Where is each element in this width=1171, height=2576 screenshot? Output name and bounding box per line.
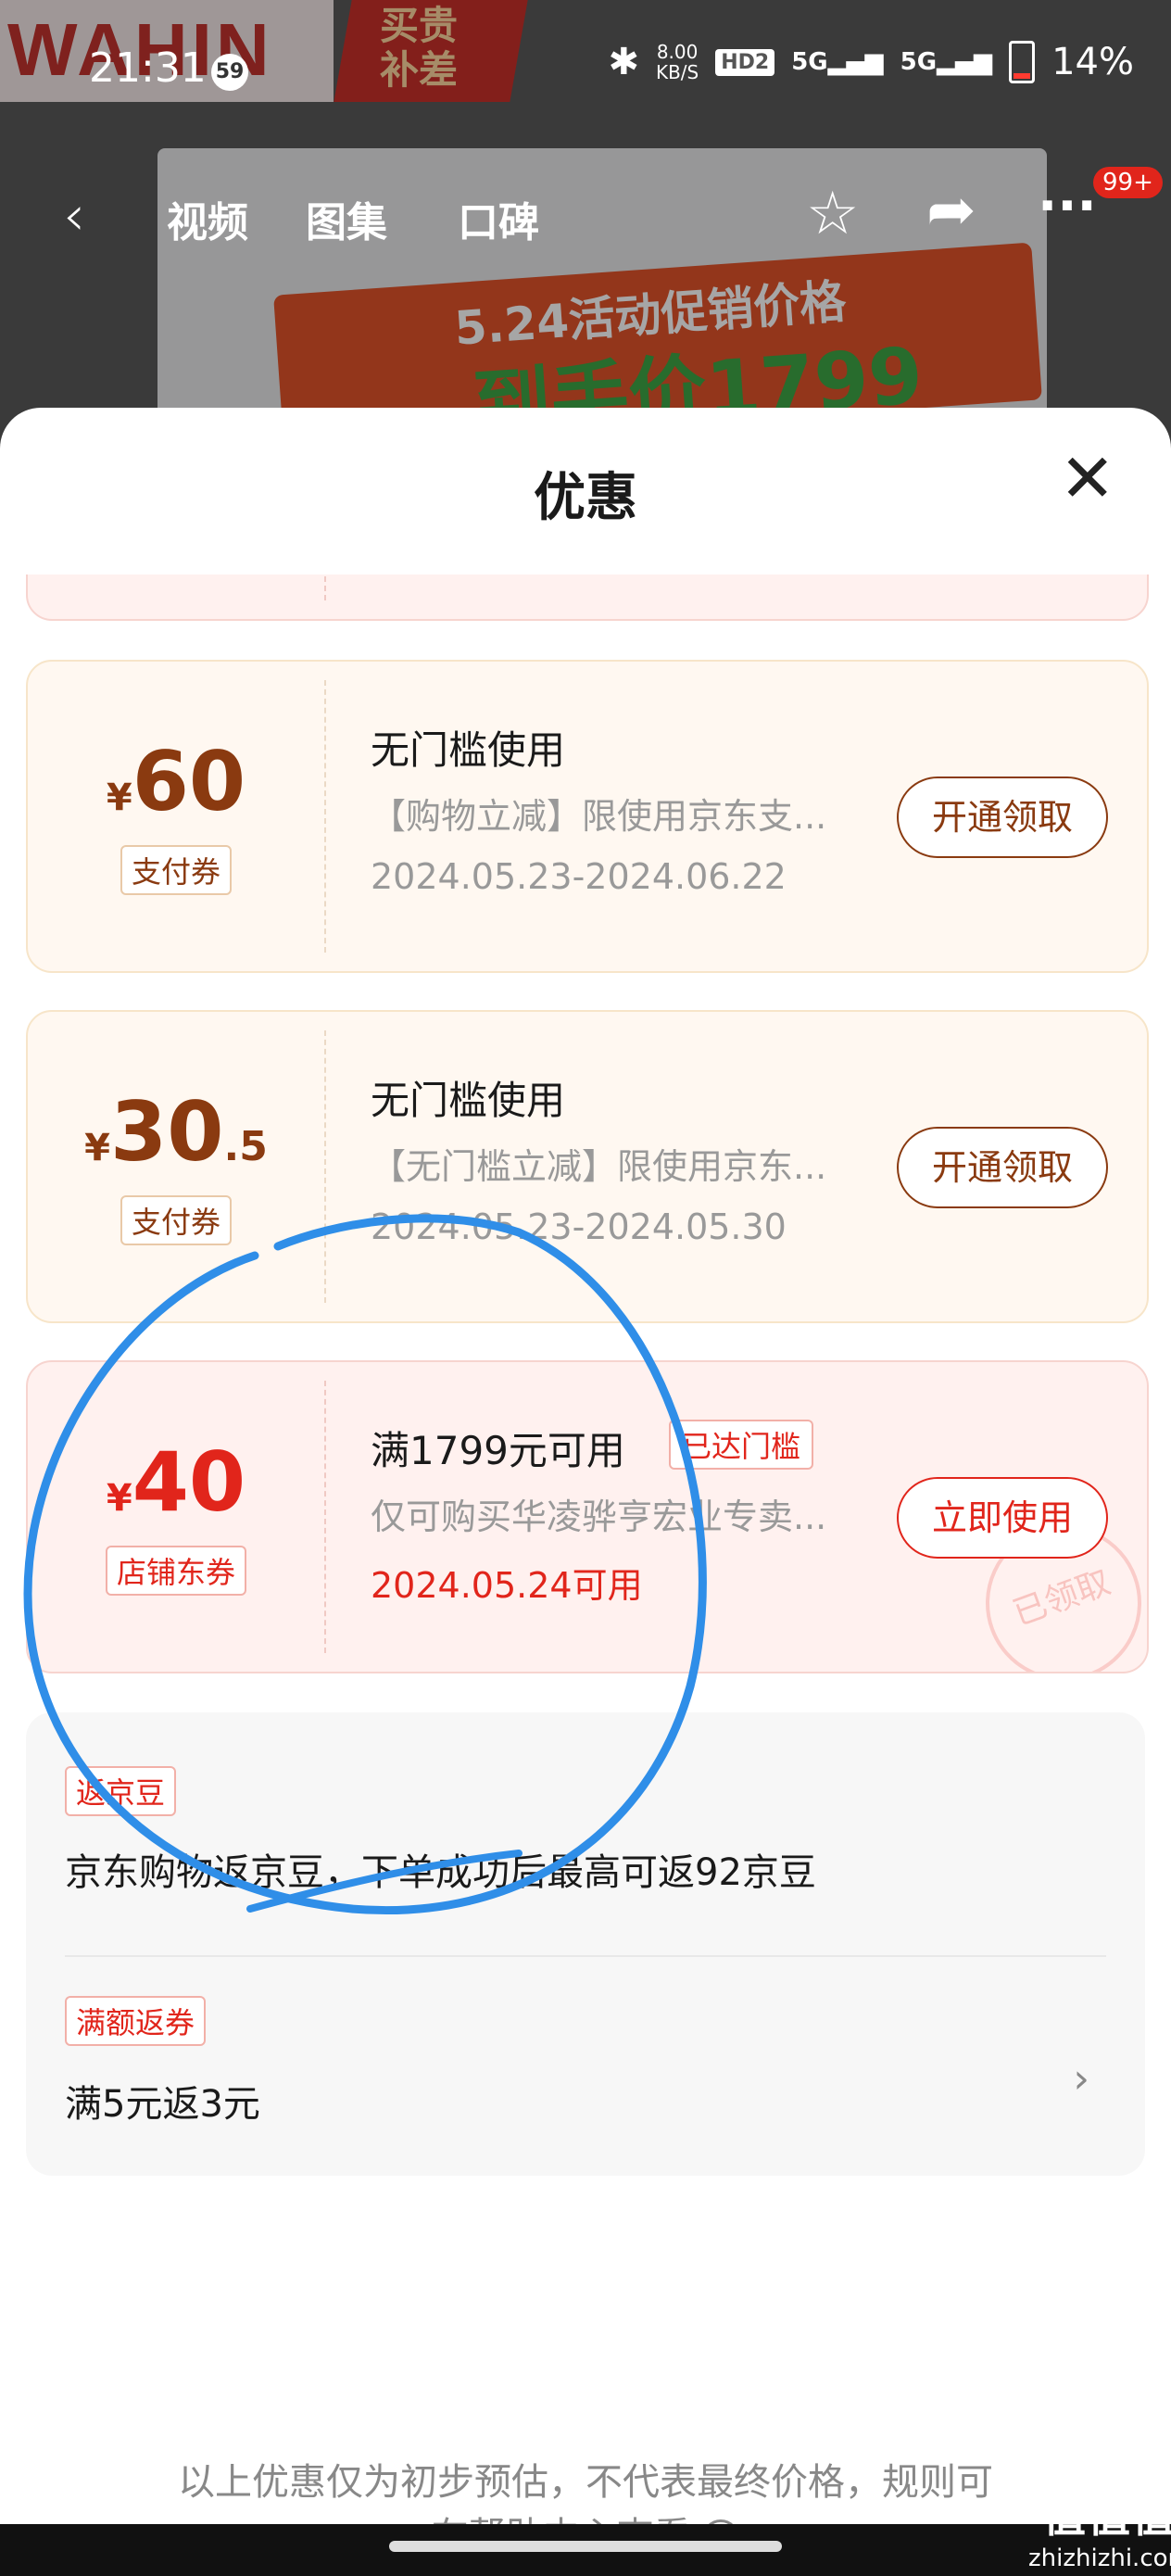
voucher-rebate-text: 满5元返3元	[65, 2083, 260, 2126]
sheet-title: 优惠	[534, 468, 637, 528]
beans-rebate-text: 京东购物返京豆，下单成功后最高可返92京豆	[65, 1851, 816, 1894]
divider	[65, 1955, 1106, 1957]
coupon-type-tag: 支付券	[120, 845, 232, 895]
coupon-amount: ¥60	[106, 734, 246, 829]
signal-icon-1: 5G▂▄▆	[791, 48, 884, 76]
notification-count-badge: 59	[211, 54, 248, 91]
coupon-amount: ¥40	[106, 1434, 246, 1530]
use-coupon-button[interactable]: 立即使用	[897, 1477, 1108, 1559]
watermark: 值值值 zhizhizhi.com	[1028, 2492, 1171, 2572]
product-nav-bar: ‹ 视频 图集 口碑 ☆ ➦ ··· 99+	[0, 167, 1171, 259]
coupon-title: 无门槛使用	[371, 727, 566, 773]
share-icon[interactable]: ➦	[926, 176, 976, 245]
tab-gallery[interactable]: 图集	[306, 189, 387, 248]
chevron-right-icon[interactable]: ›	[1073, 2055, 1089, 2102]
clock: 21:31	[89, 44, 207, 92]
offers-list[interactable]: ¥60 支付券 无门槛使用 【购物立减】限使用京东支... 2024.05.23…	[0, 575, 1171, 2576]
coupon-divider	[324, 1030, 326, 1303]
status-bar: 21:31 59 ✱ 8.00 KB/S HD2 5G▂▄▆ 5G▂▄▆ 14%	[0, 0, 1171, 139]
close-icon[interactable]: ✕	[1060, 445, 1115, 511]
coupon-validity: 2024.05.23-2024.06.22	[371, 856, 787, 897]
coupon-description: 仅可购买华凌骅亨宏业专卖...	[371, 1496, 827, 1537]
beans-rebate-tag: 返京豆	[65, 1766, 177, 1816]
tab-reviews[interactable]: 口碑	[458, 189, 539, 248]
bluetooth-icon: ✱	[608, 41, 639, 83]
threshold-reached-badge: 已达门槛	[669, 1420, 814, 1470]
battery-icon	[1009, 41, 1036, 83]
rebate-section: 返京豆 京东购物返京豆，下单成功后最高可返92京豆 满额返券 满5元返3元 ›	[26, 1712, 1145, 2176]
claim-coupon-button[interactable]: 开通领取	[897, 1127, 1108, 1208]
shop-coupon-card: ¥40 店铺东券 满1799元可用 已达门槛 仅可购买华凌骅亨宏业专卖... 2…	[26, 1360, 1149, 1673]
hd-voice-icon: HD2	[715, 48, 775, 76]
coupon-type-tag: 支付券	[120, 1195, 232, 1245]
coupon-type-tag: 店铺东券	[105, 1546, 246, 1596]
voucher-rebate-tag: 满额返券	[65, 1996, 207, 2046]
coupon-divider	[324, 680, 326, 953]
more-icon[interactable]: ···	[1038, 176, 1097, 236]
tab-video[interactable]: 视频	[167, 189, 248, 248]
coupon-card-partial	[26, 575, 1149, 621]
signal-icon-2: 5G▂▄▆	[900, 48, 993, 76]
coupon-card: ¥30.5 支付券 无门槛使用 【无门槛立减】限使用京东... 2024.05.…	[26, 1010, 1149, 1323]
offers-bottom-sheet: 优惠 ✕ ¥60 支付券 无门槛使用 【购物立减】限使用京东支... 2024.…	[0, 408, 1171, 2576]
coupon-validity: 2024.05.23-2024.05.30	[371, 1206, 787, 1247]
coupon-divider	[324, 575, 326, 600]
battery-percent: 14%	[1051, 41, 1134, 83]
coupon-description: 【购物立减】限使用京东支...	[371, 796, 827, 837]
favorite-star-icon[interactable]: ☆	[806, 180, 859, 248]
coupon-card: ¥60 支付券 无门槛使用 【购物立减】限使用京东支... 2024.05.23…	[26, 660, 1149, 973]
coupon-amount: ¥30.5	[84, 1084, 268, 1180]
coupon-title: 满1799元可用	[371, 1428, 625, 1473]
coupon-divider	[324, 1381, 326, 1653]
coupon-validity: 2024.05.24可用	[371, 1565, 643, 1606]
claim-coupon-button[interactable]: 开通领取	[897, 777, 1108, 858]
disclaimer-line-1: 以上优惠仅为初步预估，不代表最终价格，规则可	[178, 2461, 993, 2504]
home-gesture-handle[interactable]	[389, 2541, 782, 2552]
coupon-description: 【无门槛立减】限使用京东...	[371, 1146, 827, 1187]
status-icons: ✱ 8.00 KB/S HD2 5G▂▄▆ 5G▂▄▆ 14%	[608, 41, 1134, 83]
network-speed: 8.00 KB/S	[655, 41, 699, 83]
message-count-badge: 99+	[1093, 167, 1163, 198]
coupon-title: 无门槛使用	[371, 1078, 566, 1123]
back-icon[interactable]: ‹	[63, 183, 85, 248]
